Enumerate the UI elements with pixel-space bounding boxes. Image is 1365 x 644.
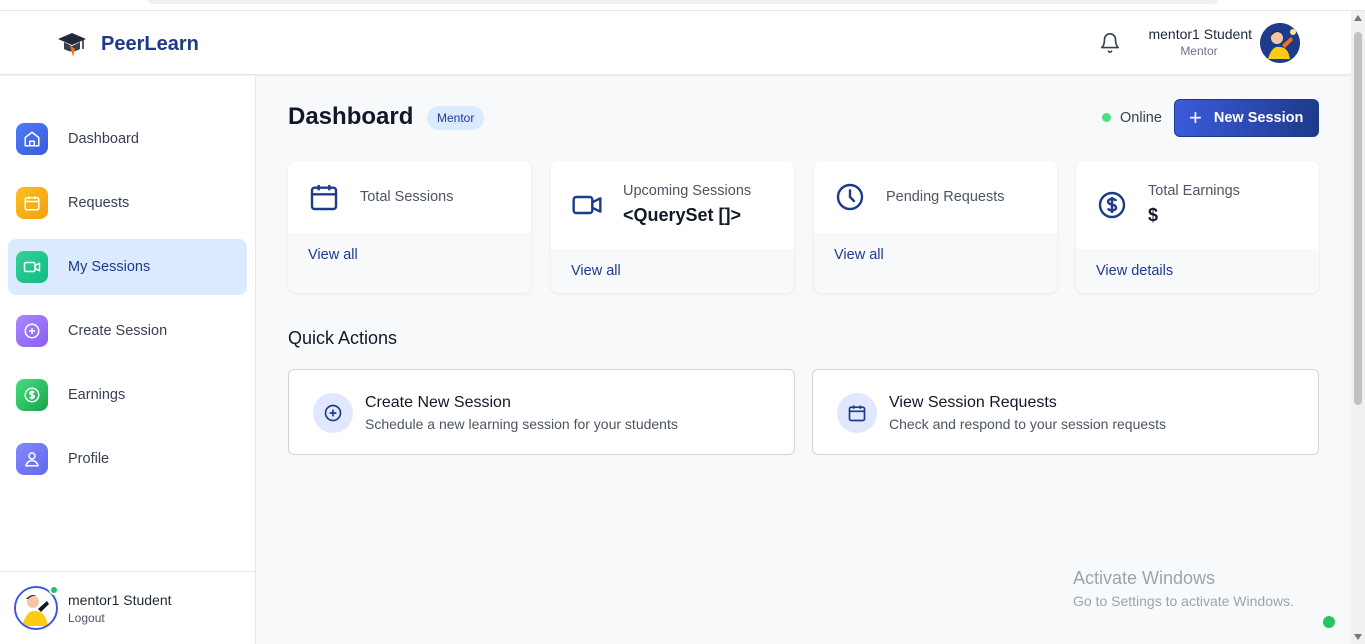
avatar-illustration-icon	[1260, 23, 1300, 63]
sidebar-item-earnings[interactable]: Earnings	[8, 367, 247, 423]
sidebar-item-requests[interactable]: Requests	[8, 175, 247, 231]
sidebar: Dashboard Requests My Sessions Create Se…	[0, 76, 256, 644]
avatar[interactable]	[1260, 23, 1300, 63]
clock-icon	[836, 183, 864, 211]
header-user-role: Mentor	[1180, 44, 1218, 58]
brand-name: PeerLearn	[101, 32, 199, 55]
stat-value: <QuerySet []>	[623, 205, 742, 225]
stat-card-upcoming-sessions: Upcoming Sessions <QuerySet []> View all	[551, 161, 794, 293]
scroll-up-icon[interactable]	[1354, 15, 1362, 21]
logout-link[interactable]: Logout	[68, 611, 105, 625]
user-icon	[16, 443, 48, 475]
video-icon	[16, 251, 48, 283]
dollar-icon	[16, 379, 48, 411]
stat-card-footer: View all	[814, 233, 1057, 293]
page-scrollbar[interactable]	[1351, 11, 1365, 644]
top-navbar: PeerLearn mentor1 Student Mentor	[0, 11, 1351, 75]
sidebar-user-panel: mentor1 Student Logout	[0, 571, 255, 644]
sidebar-item-label: Dashboard	[68, 131, 139, 147]
stat-card-total-sessions: Total Sessions View all	[288, 161, 531, 293]
home-icon	[16, 123, 48, 155]
stat-value: $	[1148, 205, 1159, 225]
browser-bar	[0, 0, 1365, 11]
online-status-text: Online	[1120, 110, 1162, 126]
quick-action-title: View Session Requests	[889, 394, 1057, 411]
sidebar-user-name: mentor1 Student	[68, 592, 172, 608]
calendar-icon	[837, 393, 877, 433]
online-status-dot	[1102, 113, 1111, 122]
online-status-dot	[49, 585, 59, 595]
video-icon	[572, 195, 602, 215]
activate-windows-watermark: Activate Windows	[1073, 568, 1216, 588]
quick-actions-title: Quick Actions	[288, 328, 398, 348]
quick-action-title: Create New Session	[365, 394, 511, 411]
role-badge: Mentor	[427, 106, 485, 130]
calendar-icon	[310, 185, 338, 211]
user-menu[interactable]: mentor1 Student Mentor	[1136, 26, 1252, 58]
status-indicator	[1323, 616, 1335, 628]
stat-card-pending-requests: Pending Requests View all	[814, 161, 1057, 293]
quick-action-create-session[interactable]: Create New Session Schedule a new learni…	[288, 369, 795, 455]
quick-action-subtitle: Schedule a new learning session for your…	[365, 416, 678, 432]
stat-card-footer: View all	[288, 233, 531, 293]
plus-circle-icon	[16, 315, 48, 347]
quick-action-view-requests[interactable]: View Session Requests Check and respond …	[812, 369, 1319, 455]
sidebar-item-label: Create Session	[68, 323, 168, 339]
sidebar-item-profile[interactable]: Profile	[8, 431, 247, 487]
stat-card-footer: View details	[1076, 249, 1319, 293]
stat-label: Pending Requests	[886, 189, 1005, 205]
calendar-icon	[16, 187, 48, 219]
stat-card-total-earnings: Total Earnings $ View details	[1076, 161, 1319, 293]
new-session-button[interactable]: + New Session	[1174, 99, 1319, 137]
view-details-link[interactable]: View details	[1096, 263, 1173, 279]
sidebar-item-label: Requests	[68, 195, 130, 211]
header-user-name: mentor1 Student	[1148, 26, 1252, 42]
scroll-down-icon[interactable]	[1354, 634, 1362, 640]
graduation-cap-icon	[58, 33, 86, 57]
sidebar-item-dashboard[interactable]: Dashboard	[8, 111, 247, 167]
stat-label: Total Sessions	[360, 189, 454, 205]
plus-icon: +	[1189, 105, 1202, 130]
brand[interactable]: PeerLearn	[56, 29, 199, 59]
scrollbar-thumb[interactable]	[1354, 32, 1362, 405]
view-all-link[interactable]: View all	[571, 263, 621, 279]
page-title: Dashboard	[288, 103, 414, 130]
sidebar-item-my-sessions[interactable]: My Sessions	[8, 239, 247, 295]
view-all-link[interactable]: View all	[308, 247, 358, 263]
dollar-icon	[1098, 191, 1126, 219]
view-all-link[interactable]: View all	[834, 247, 884, 263]
sidebar-item-create-session[interactable]: Create Session	[8, 303, 247, 359]
sidebar-item-label: My Sessions	[68, 259, 151, 275]
stat-card-footer: View all	[551, 249, 794, 293]
quick-action-subtitle: Check and respond to your session reques…	[889, 416, 1167, 432]
stat-label: Upcoming Sessions	[623, 183, 752, 199]
sidebar-item-label: Earnings	[68, 387, 126, 403]
plus-circle-icon	[313, 393, 353, 433]
address-bar[interactable]	[148, 0, 1218, 4]
stat-label: Total Earnings	[1148, 183, 1240, 199]
bell-icon[interactable]	[1099, 32, 1121, 54]
sidebar-item-label: Profile	[68, 451, 110, 467]
activate-windows-hint: Go to Settings to activate Windows.	[1073, 593, 1294, 609]
new-session-label: New Session	[1213, 110, 1304, 126]
